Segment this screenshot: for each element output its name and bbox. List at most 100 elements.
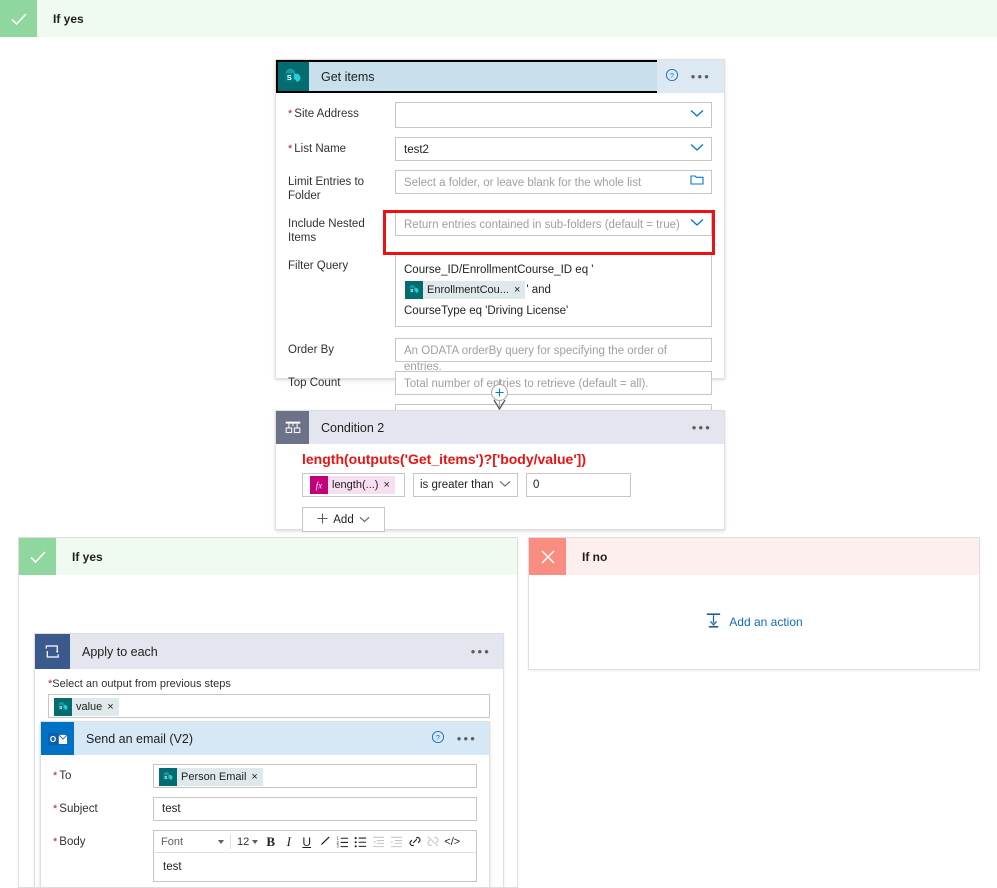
field-label: Limit Entries to Folder bbox=[288, 176, 365, 202]
field-row-include-nested-items: Include Nested Items Return entries cont… bbox=[288, 212, 712, 245]
condition-operator-dropdown[interactable]: is greater than bbox=[413, 473, 518, 497]
send-an-email-header[interactable]: O Send an email (V2) ? ••• bbox=[41, 722, 489, 755]
ellipsis-icon[interactable]: ••• bbox=[691, 70, 711, 83]
branch-label: If yes bbox=[72, 549, 103, 564]
token-label: Person Email bbox=[181, 771, 247, 783]
right-value: 0 bbox=[533, 479, 540, 491]
close-x-icon bbox=[529, 538, 566, 575]
body-text-area[interactable]: test bbox=[154, 853, 476, 881]
top-count-input[interactable]: Total number of entries to retrieve (def… bbox=[395, 371, 712, 395]
token-remove-icon[interactable]: × bbox=[514, 280, 525, 300]
filter-query-input[interactable]: Course_ID/EnrollmentCourse_ID eq ' S Enrol… bbox=[395, 254, 712, 327]
svg-text:S: S bbox=[164, 775, 167, 780]
branch-label: If no bbox=[582, 549, 608, 564]
highlighter-pen-icon[interactable] bbox=[316, 832, 333, 851]
field-row-body: Body Font bbox=[53, 830, 477, 882]
branch-panel-if-yes: If yes Apply to each ••• *Select an outp… bbox=[18, 537, 518, 888]
svg-text:S: S bbox=[59, 705, 62, 710]
link-icon[interactable] bbox=[406, 832, 423, 851]
add-an-action-button[interactable]: Add an action bbox=[705, 612, 803, 632]
filter-query-line2: CourseType eq 'Driving License' bbox=[404, 305, 569, 317]
bold-icon[interactable]: B bbox=[262, 832, 279, 851]
rte-toolbar: Font 12 B I U 1 2 3 </> bbox=[154, 831, 476, 853]
body-rich-text-editor[interactable]: Font 12 B I U 1 2 3 </> test bbox=[153, 830, 477, 882]
ellipsis-icon[interactable]: ••• bbox=[457, 732, 477, 745]
size-label: 12 bbox=[237, 835, 250, 848]
select-output-input[interactable]: Svalue × bbox=[48, 694, 490, 718]
condition-left-operand[interactable]: fx length(...) × bbox=[302, 473, 405, 497]
branch-banner-if-yes-top: If yes bbox=[0, 0, 997, 37]
ellipsis-icon[interactable]: ••• bbox=[692, 421, 712, 434]
chevron-down-icon bbox=[499, 479, 511, 491]
send-an-email-card[interactable]: O Send an email (V2) ? ••• * To S Person… bbox=[40, 721, 490, 887]
token-label: length(...) bbox=[332, 479, 379, 491]
svg-text:?: ? bbox=[436, 735, 440, 742]
token-remove-icon[interactable]: × bbox=[383, 479, 394, 491]
field-placeholder: Total number of entries to retrieve (def… bbox=[404, 378, 649, 390]
underline-icon[interactable]: U bbox=[298, 832, 315, 851]
bulleted-list-icon[interactable] bbox=[352, 832, 369, 851]
fx-icon: fx bbox=[310, 476, 328, 494]
ordered-list-icon[interactable]: 123 bbox=[334, 832, 351, 851]
chevron-down-icon bbox=[252, 839, 259, 844]
filter-query-text-before: Course_ID/EnrollmentCourse_ID eq ' bbox=[404, 264, 594, 276]
field-value: test bbox=[162, 803, 181, 815]
to-input[interactable]: S Person Email × bbox=[153, 764, 477, 788]
svg-text:S: S bbox=[286, 72, 291, 81]
outlook-icon: O bbox=[41, 722, 74, 755]
condition-2-header[interactable]: Condition 2 ••• bbox=[276, 411, 724, 444]
ellipsis-icon[interactable]: ••• bbox=[471, 645, 491, 658]
font-size-dropdown[interactable]: 12 bbox=[234, 836, 261, 848]
add-button-label: Add bbox=[333, 513, 354, 526]
field-row-to: To S Person Email × bbox=[53, 764, 477, 788]
font-family-dropdown[interactable]: Font bbox=[157, 836, 227, 848]
italic-icon[interactable]: I bbox=[280, 832, 297, 851]
condition-2-card[interactable]: Condition 2 ••• length(outputs('Get_item… bbox=[275, 410, 725, 532]
svg-text:?: ? bbox=[670, 73, 674, 80]
get-items-card[interactable]: S Get items ? ••• Site Address bbox=[275, 59, 725, 463]
field-value: test2 bbox=[404, 144, 429, 156]
condition-expression-annotation: length(outputs('Get_items')?['body/value… bbox=[302, 451, 586, 467]
list-name-input[interactable]: test2 bbox=[395, 137, 712, 161]
token-label: EnrollmentCou... bbox=[427, 283, 509, 296]
label-text: Select an output from previous steps bbox=[52, 678, 231, 690]
code-view-icon[interactable]: </> bbox=[442, 832, 462, 851]
check-icon bbox=[19, 538, 56, 575]
condition-row: fx length(...) × is greater than 0 bbox=[302, 473, 712, 497]
chevron-down-icon bbox=[359, 514, 370, 526]
field-row-order-by: Order By An ODATA orderBy query for spec… bbox=[288, 338, 712, 373]
apply-to-each-card[interactable]: Apply to each ••• *Select an output from… bbox=[34, 633, 504, 887]
limit-entries-to-folder-input[interactable]: Select a folder, or leave blank for the … bbox=[395, 170, 712, 194]
sharepoint-icon: S bbox=[405, 280, 423, 299]
field-row-subject: Subject test bbox=[53, 797, 477, 821]
svg-text:3: 3 bbox=[337, 844, 340, 848]
condition-fork-icon bbox=[276, 411, 309, 444]
folder-icon[interactable] bbox=[690, 174, 704, 191]
svg-text:O: O bbox=[49, 735, 55, 744]
card-title: Condition 2 bbox=[321, 420, 385, 435]
add-condition-button[interactable]: Add bbox=[302, 507, 385, 532]
apply-to-each-header[interactable]: Apply to each ••• bbox=[35, 634, 503, 669]
token-remove-icon[interactable]: × bbox=[107, 699, 118, 715]
field-row-limit-entries-to-folder: Limit Entries to Folder Select a folder,… bbox=[288, 170, 712, 203]
field-placeholder: An ODATA orderBy query for specifying th… bbox=[404, 345, 667, 373]
help-circle-icon[interactable]: ? bbox=[665, 68, 679, 85]
help-circle-icon[interactable]: ? bbox=[431, 730, 445, 747]
branch-panel-if-no: If no Add an action bbox=[528, 537, 980, 670]
condition-right-operand-input[interactable]: 0 bbox=[526, 473, 631, 497]
chevron-down-icon bbox=[690, 141, 704, 157]
toolbar-divider bbox=[230, 834, 231, 849]
subject-input[interactable]: test bbox=[153, 797, 477, 821]
chevron-down-icon bbox=[690, 107, 704, 123]
person-email-token[interactable]: S Person Email × bbox=[159, 768, 263, 786]
field-row-filter-query: Filter Query Course_ID/EnrollmentCourse_… bbox=[288, 254, 712, 327]
include-nested-items-input[interactable]: Return entries contained in sub-folders … bbox=[395, 212, 712, 236]
filter-query-token[interactable]: S EnrollmentCou... × bbox=[405, 280, 526, 300]
value-token[interactable]: Svalue × bbox=[54, 698, 119, 716]
token-remove-icon[interactable]: × bbox=[251, 769, 262, 785]
order-by-input[interactable]: An ODATA orderBy query for specifying th… bbox=[395, 338, 712, 373]
operator-label: is greater than bbox=[420, 479, 494, 491]
site-address-input[interactable] bbox=[395, 102, 712, 128]
branch-header-if-yes: If yes bbox=[19, 538, 517, 575]
length-function-token[interactable]: fx length(...) × bbox=[310, 476, 395, 494]
